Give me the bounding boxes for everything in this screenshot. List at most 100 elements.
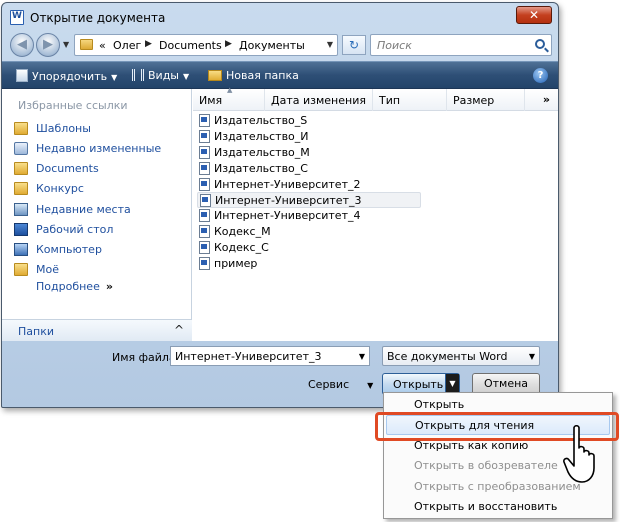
word-document-icon (199, 209, 210, 222)
favorite-label: Недавние места (36, 203, 131, 216)
column-label: Размер (453, 94, 495, 107)
filename-value: Интернет-Университет_3 (175, 350, 322, 363)
file-item[interactable]: Интернет-Университет_4 (197, 208, 421, 224)
column-name[interactable]: ▲ Имя (193, 86, 265, 111)
recent-pages-dropdown[interactable]: ▼ (63, 40, 69, 49)
filetype-value: Все документы Word (387, 350, 508, 363)
breadcrumb-arrow-icon[interactable]: ▶ (225, 39, 232, 49)
favorites-header: Избранные ссылки (18, 99, 128, 112)
file-item[interactable]: Кодекс_М (197, 224, 421, 240)
breadcrumb-arrow-icon[interactable]: ▶ (145, 39, 152, 49)
more-columns-icon[interactable]: » (543, 93, 550, 106)
favorite-label: Рабочий стол (36, 223, 114, 236)
column-size[interactable]: Размер (447, 89, 525, 111)
favorite-label: Конкурс (36, 182, 84, 195)
file-item[interactable]: Кодекс_С (197, 240, 421, 256)
title-bar: Открытие документа ✕ (2, 3, 558, 31)
computer-icon (14, 243, 28, 256)
breadcrumb-documents[interactable]: Documents (159, 39, 222, 52)
chevron-down-icon: ▼ (183, 72, 190, 81)
favorite-label: Documents (36, 162, 99, 175)
breadcrumb-oleg[interactable]: Олег (113, 39, 141, 52)
help-icon[interactable]: ? (533, 68, 548, 83)
search-input[interactable]: Поиск (370, 34, 552, 56)
new-folder-label: Новая папка (226, 69, 299, 82)
back-button[interactable]: ◀ (10, 33, 34, 57)
folders-bar[interactable]: Папки ^ (2, 319, 192, 341)
more-link[interactable]: Подробнее » (36, 280, 113, 293)
filename-input[interactable]: Интернет-Университет_3 ▼ (170, 346, 370, 366)
tools-button[interactable]: Сервис ▼ (308, 378, 373, 391)
refresh-button[interactable]: ↻ (342, 35, 366, 55)
file-name: Кодекс_С (214, 241, 269, 254)
menu-item-label: Открыть в обозревателе (414, 459, 558, 472)
column-label: Тип (379, 94, 401, 107)
chevron-down-icon: ▼ (528, 352, 535, 361)
menu-item-label: Открыть с преобразованием (414, 480, 581, 493)
file-item[interactable]: Издательство_М (197, 145, 421, 161)
breadcrumb-overflow[interactable]: « (99, 39, 106, 52)
favorite-label: Моё (36, 263, 59, 276)
file-name: Кодекс_М (214, 225, 271, 238)
folder-icon (14, 182, 28, 195)
organize-label: Упорядочить (32, 70, 108, 83)
file-item[interactable]: Издательство_С (197, 161, 421, 177)
window-title: Открытие документа (30, 11, 166, 25)
file-name: Издательство_И (214, 130, 309, 143)
folder-icon (14, 122, 28, 135)
file-item-selected[interactable]: Интернет-Университет_3 (197, 192, 421, 208)
address-field[interactable]: « Олег ▶ Documents ▶ Документы ▼ (74, 34, 338, 56)
dialog-content: Избранные ссылки Шаблоны Недавно изменен… (2, 86, 558, 341)
file-item[interactable]: Интернет-Университет_2 (197, 177, 421, 193)
folders-label: Папки (18, 325, 54, 338)
file-name: Издательство_М (214, 146, 310, 159)
file-list: ▲ Имя Дата изменения Тип Размер » Издате… (193, 86, 558, 341)
file-name: Интернет-Университет_3 (215, 194, 362, 207)
views-button[interactable]: Виды ▼ (132, 69, 189, 82)
chevron-down-icon: ▼ (111, 73, 118, 82)
chevron-up-icon[interactable]: ^ (174, 323, 184, 337)
double-chevron-icon: » (105, 280, 113, 293)
folder-icon (14, 263, 28, 276)
file-item[interactable]: пример (197, 256, 421, 272)
open-label: Открыть (393, 378, 444, 391)
new-folder-button[interactable]: Новая папка (208, 69, 299, 82)
column-label: Имя (199, 94, 223, 107)
chevron-down-icon[interactable]: ▼ (359, 352, 365, 361)
word-document-icon (199, 130, 210, 143)
file-name: Интернет-Университет_4 (214, 209, 361, 222)
address-bar: ◀ ▶ ▼ « Олег ▶ Documents ▶ Документы ▼ ↻… (2, 31, 558, 61)
file-name: Издательство_С (214, 162, 308, 175)
organize-button[interactable]: Упорядочить ▼ (16, 69, 117, 83)
open-document-dialog: Открытие документа ✕ ◀ ▶ ▼ « Олег ▶ Docu… (1, 2, 559, 408)
word-document-icon (199, 146, 210, 159)
tools-label: Сервис (308, 378, 350, 391)
filetype-select[interactable]: Все документы Word ▼ (382, 346, 540, 366)
breadcrumb-dokumenty[interactable]: Документы (239, 39, 305, 52)
file-name: пример (214, 257, 258, 270)
column-date-modified[interactable]: Дата изменения (265, 89, 373, 111)
forward-button[interactable]: ▶ (36, 33, 60, 57)
address-dropdown-icon[interactable]: ▼ (327, 40, 333, 49)
file-item[interactable]: Издательство_И (197, 129, 421, 145)
column-label: Дата изменения (271, 94, 366, 107)
favorite-label: Шаблоны (36, 122, 91, 135)
menu-item-open-and-repair[interactable]: Открыть и восстановить (384, 497, 612, 517)
close-button[interactable]: ✕ (516, 6, 552, 24)
file-item[interactable]: Издательство_S (197, 113, 421, 129)
chevron-down-icon: ▼ (367, 381, 374, 390)
column-header-row: ▲ Имя Дата изменения Тип Размер » (193, 86, 558, 111)
favorite-label: Недавно измененные (36, 142, 162, 155)
recent-places-icon (14, 203, 28, 216)
search-icon[interactable] (535, 39, 545, 49)
word-document-icon (199, 162, 210, 175)
file-name: Интернет-Университет_2 (214, 178, 361, 191)
open-options-dropdown[interactable]: ▼ (445, 374, 459, 394)
command-toolbar: Упорядочить ▼ Виды ▼ Новая папка ? (2, 61, 558, 89)
column-type[interactable]: Тип (373, 89, 447, 111)
word-document-icon (199, 241, 210, 254)
new-folder-icon (208, 70, 222, 81)
word-document-icon (10, 10, 24, 25)
menu-item-label: Открыть и восстановить (414, 500, 558, 513)
favorite-label: Компьютер (36, 243, 102, 256)
